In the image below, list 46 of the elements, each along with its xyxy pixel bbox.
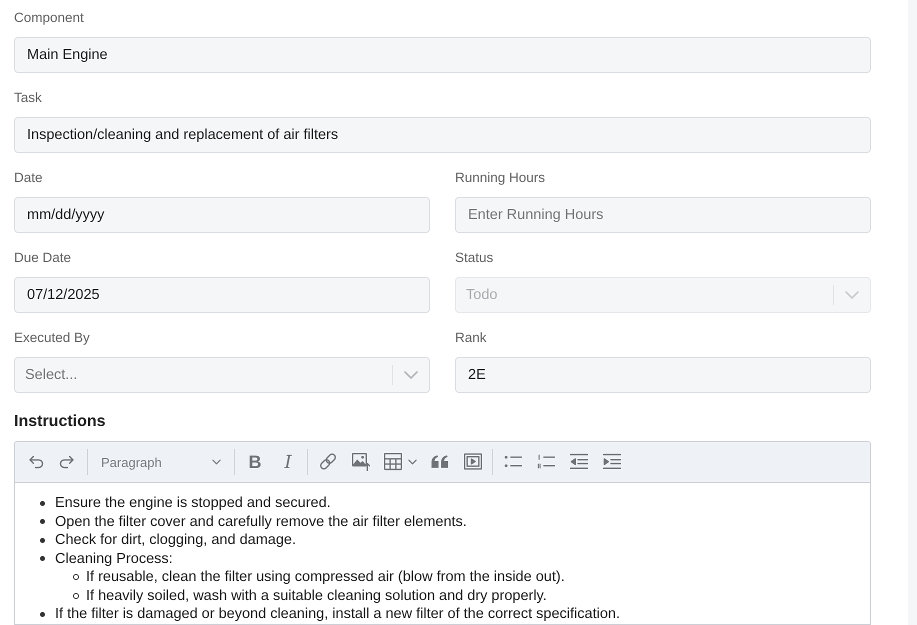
field-label: Component <box>14 9 84 27</box>
caret-icon <box>408 459 417 465</box>
list-item-text: Ensure the engine is stopped and secured. <box>55 494 331 512</box>
italic-button[interactable]: I <box>274 448 302 476</box>
bullet-icon <box>40 500 45 506</box>
date-field[interactable]: mm/dd/yyyy <box>14 197 430 233</box>
field-label: Task <box>14 89 42 107</box>
quote-icon <box>431 453 449 471</box>
list-item-text: Open the filter cover and carefully remove the air filter elements. <box>55 512 467 531</box>
input-field[interactable]: Inspection/cleaning and replacement of air filters <box>14 117 871 153</box>
outdent-icon <box>570 453 588 471</box>
link-icon <box>319 453 337 471</box>
input-field[interactable]: 2E <box>455 357 871 393</box>
input-field[interactable]: Main Engine <box>14 37 871 73</box>
field-label: Running Hours <box>455 169 546 187</box>
paragraph-dropdown[interactable]: Paragraph <box>94 448 229 476</box>
list-item-text: If the filter is damaged or beyond cleaning, install a new filter of the correct specification. <box>55 605 620 624</box>
caret-icon <box>212 459 221 465</box>
table-icon <box>384 453 402 471</box>
chevron-down-icon <box>845 288 859 302</box>
section-title: Instructions <box>14 412 106 432</box>
bullet-icon <box>40 612 45 617</box>
hollow-bullet-icon <box>73 592 79 599</box>
hollow-bullet-icon <box>73 574 79 580</box>
play-icon <box>464 453 482 471</box>
indent-icon <box>603 453 621 471</box>
bold-button[interactable]: B <box>241 448 269 476</box>
list-item-text: If heavily soiled, wash with a suitable cleaning solution and dry properly. <box>86 586 547 605</box>
list-item-text: Cleaning Process: <box>55 550 173 568</box>
bullet-icon <box>40 519 45 524</box>
field-label: Executed By <box>14 329 90 347</box>
field-label: Date <box>14 169 43 187</box>
bullet-icon <box>40 556 45 562</box>
chevron-down-icon <box>404 368 418 382</box>
field-label: Due Date <box>14 249 72 267</box>
input-field[interactable]: Enter Running Hours <box>455 197 871 233</box>
editor-content[interactable] <box>14 483 871 625</box>
list-item-text: If reusable, clean the filter using compressed air (blow from the inside out). <box>86 568 565 586</box>
list-item-text: Check for dirt, clogging, and damage. <box>55 531 296 550</box>
image-upload-icon <box>352 453 370 471</box>
field-label: Status <box>455 249 494 267</box>
bullet-icon <box>40 538 45 543</box>
select-field[interactable]: Select... <box>14 357 430 393</box>
numbered-list-icon <box>537 453 555 471</box>
field-label: Rank <box>455 329 487 347</box>
date-field[interactable]: 07/12/2025 <box>14 277 430 313</box>
